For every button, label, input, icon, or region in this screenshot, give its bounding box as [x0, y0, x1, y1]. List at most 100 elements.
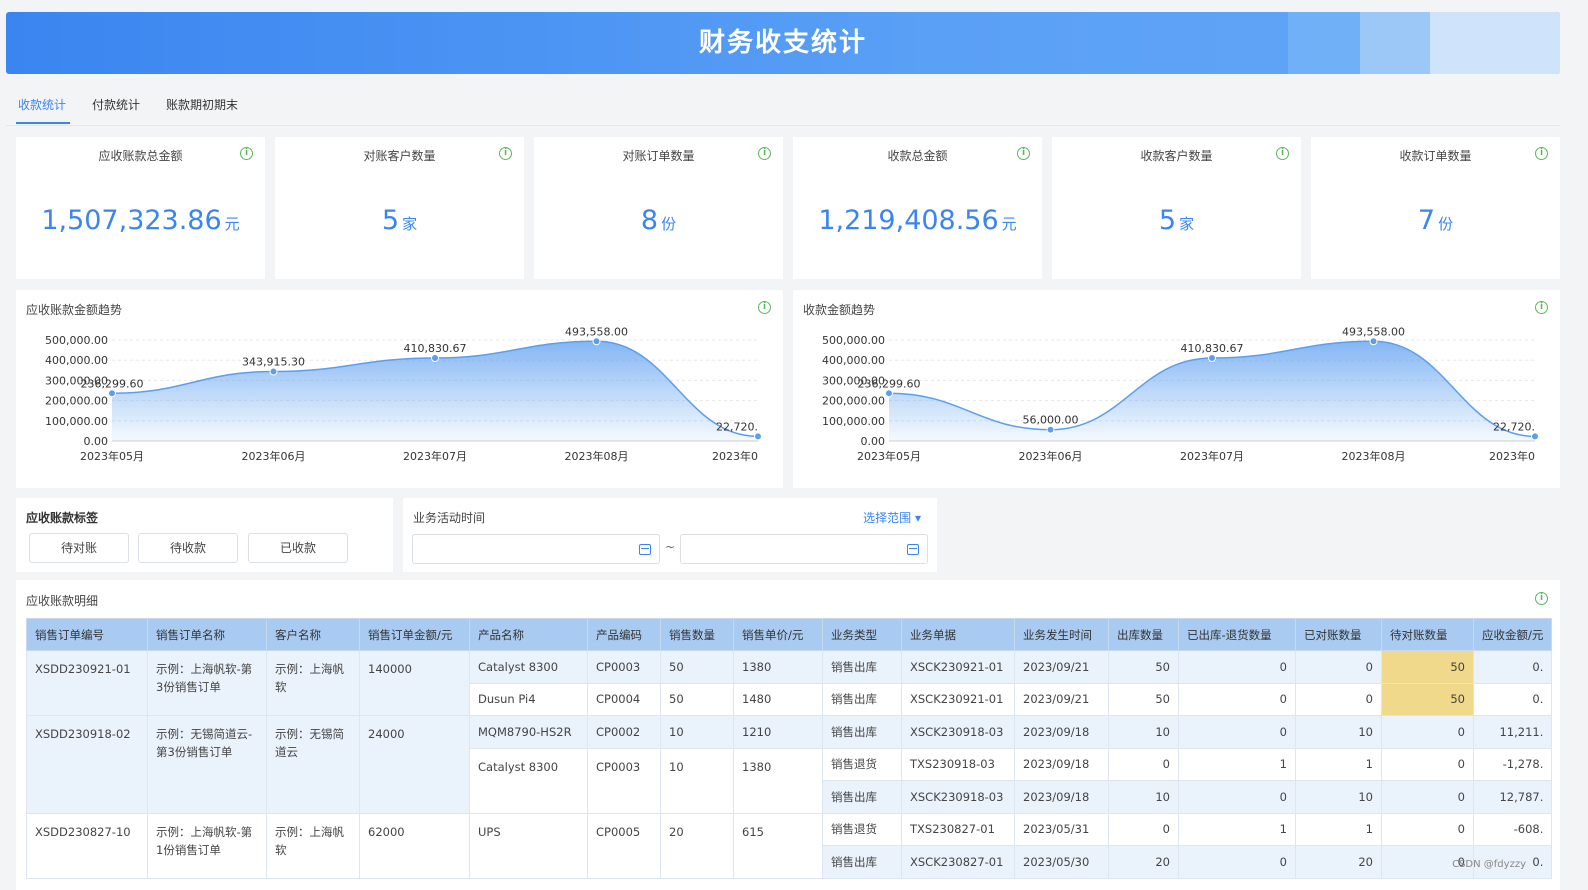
- cell-receivable: -1,278.: [1472, 747, 1553, 781]
- info-icon[interactable]: i: [1276, 147, 1289, 160]
- column-header[interactable]: 销售订单金额/元: [359, 618, 470, 651]
- info-icon[interactable]: i: [240, 147, 253, 160]
- cell-date: 2023/09/18: [1014, 715, 1109, 749]
- cell-type: 销售出库: [822, 845, 902, 879]
- cell-product: MQM8790-HS2R: [469, 715, 588, 749]
- cell-code: CP0004: [587, 682, 661, 716]
- cell-pending: 50: [1381, 650, 1474, 684]
- x-tick-label: 2023年05月: [857, 449, 921, 463]
- cell-receivable: 0.: [1472, 650, 1553, 684]
- cell-net: 0: [1178, 845, 1296, 879]
- info-icon[interactable]: i: [758, 147, 771, 160]
- cell-type: 销售退货: [822, 747, 902, 781]
- page-header: 财务收支统计: [6, 12, 1560, 74]
- cell-net: 0: [1178, 780, 1296, 814]
- cell-doc: XSCK230918-03: [901, 715, 1015, 749]
- data-point: [108, 389, 116, 398]
- cell-qty: 50: [660, 682, 734, 716]
- cell-qty: 50: [660, 650, 734, 684]
- cell-doc: TXS230827-01: [901, 812, 1015, 846]
- start-date-input[interactable]: [412, 534, 660, 564]
- cell-order-no: XSDD230921-01: [26, 650, 148, 716]
- cell-reconciled: 0: [1295, 650, 1382, 684]
- receivable-trend-chart: 0.00100,000.00200,000.00300,000.00400,00…: [45, 325, 762, 463]
- data-label: 56,000.00: [1023, 414, 1079, 427]
- table-row: XSDD230921-01 示例：上海帆软-第3份销售订单 示例：上海帆软 14…: [26, 650, 1553, 716]
- tag-pending-reconcile-button[interactable]: 待对账: [29, 533, 129, 563]
- table-header-row: 销售订单编号 销售订单名称 客户名称 销售订单金额/元 产品名称 产品编码 销售…: [26, 618, 1553, 651]
- x-tick-label: 2023年08月: [565, 449, 629, 463]
- info-icon[interactable]: i: [1535, 147, 1548, 160]
- time-title: 业务活动时间: [413, 511, 486, 525]
- cell-code: CP0003: [587, 650, 661, 684]
- table-row: XSDD230827-10 示例：上海帆软-第1份销售订单 示例：上海帆软 62…: [26, 812, 1553, 879]
- cell-out: 0: [1108, 747, 1179, 781]
- stat-label: 收款订单数量: [1399, 149, 1472, 163]
- column-header[interactable]: 客户名称: [266, 618, 360, 651]
- tab-account-period[interactable]: 账款期初期末: [166, 96, 238, 113]
- table-title: 应收账款明细: [26, 594, 99, 608]
- column-header[interactable]: 已对账数量: [1295, 618, 1382, 651]
- column-header[interactable]: 应收金额/元: [1472, 618, 1553, 651]
- calendar-icon: [639, 544, 651, 555]
- cell-reconciled: 10: [1295, 715, 1382, 749]
- range-select[interactable]: 选择范围 ▾: [863, 509, 921, 526]
- tab-receipt-stats[interactable]: 收款统计: [18, 96, 66, 113]
- column-header[interactable]: 销售数量: [660, 618, 734, 651]
- receivable-detail-card: 应收账款明细 i 销售订单编号 销售订单名称 客户名称 销售订单金额/元 产品名…: [16, 580, 1560, 890]
- cell-price: 1380: [733, 650, 823, 684]
- info-icon[interactable]: i: [1535, 592, 1548, 605]
- stat-value: 7份: [1417, 205, 1454, 236]
- cell-pending: 0: [1381, 780, 1474, 814]
- tag-pending-receipt-button[interactable]: 待收款: [138, 533, 238, 563]
- cell-product: Catalyst 8300: [469, 650, 588, 684]
- y-tick-label: 200,000.00: [45, 395, 108, 408]
- column-header[interactable]: 业务单据: [901, 618, 1015, 651]
- cell-customer: 示例：无锡简道云: [266, 715, 360, 814]
- info-icon[interactable]: i: [499, 147, 512, 160]
- cell-price: 1380: [733, 747, 823, 814]
- cell-customer: 示例：上海帆软: [266, 812, 360, 879]
- cell-product: Dusun Pi4: [469, 682, 588, 716]
- stat-card-reconcile-customers: 对账客户数量 i 5家: [275, 137, 524, 279]
- column-header[interactable]: 业务类型: [822, 618, 902, 651]
- data-label: 410,830.67: [404, 342, 467, 355]
- stat-card-receipt-total: 收款总金额 i 1,219,408.56 元: [793, 137, 1042, 279]
- cell-reconciled: 1: [1295, 747, 1382, 781]
- column-header[interactable]: 销售订单编号: [26, 618, 148, 651]
- data-label: 236,299.60: [81, 377, 144, 390]
- column-header[interactable]: 业务发生时间: [1014, 618, 1109, 651]
- tag-received-button[interactable]: 已收款: [248, 533, 348, 563]
- cell-doc: XSCK230921-01: [901, 650, 1015, 684]
- column-header[interactable]: 产品名称: [469, 618, 588, 651]
- column-header[interactable]: 产品编码: [587, 618, 661, 651]
- end-date-input[interactable]: [680, 534, 928, 564]
- cell-product: UPS: [469, 812, 588, 879]
- y-tick-label: 400,000.00: [45, 354, 108, 367]
- cell-net: 0: [1178, 682, 1296, 716]
- cell-order-name: 示例：上海帆软-第1份销售订单: [147, 812, 267, 879]
- data-label: 22,720.: [1493, 420, 1535, 433]
- column-header[interactable]: 出库数量: [1108, 618, 1179, 651]
- column-header[interactable]: 已出库-退货数量: [1178, 618, 1296, 651]
- column-header[interactable]: 待对账数量: [1381, 618, 1474, 651]
- receipt-trend-card: 收款金额趋势 i 0.00 100,000.00 200,000.00 300,000…: [793, 290, 1560, 488]
- data-label: 22,720.: [716, 420, 758, 433]
- calendar-icon: [907, 544, 919, 555]
- cell-doc: XSCK230921-01: [901, 682, 1015, 716]
- x-tick-label: 2023年0: [1489, 449, 1535, 463]
- stat-value: 1,219,408.56 元: [818, 205, 1017, 236]
- column-header[interactable]: 销售单价/元: [733, 618, 823, 651]
- data-point: [1208, 354, 1216, 363]
- cell-customer: 示例：上海帆软: [266, 650, 360, 716]
- data-point: [431, 354, 439, 363]
- column-header[interactable]: 销售订单名称: [147, 618, 267, 651]
- caret-down-icon: ▾: [914, 511, 921, 525]
- info-icon[interactable]: i: [1017, 147, 1030, 160]
- stat-card-reconcile-orders: 对账订单数量 i 8份: [534, 137, 783, 279]
- cell-pending: 0: [1381, 715, 1474, 749]
- tab-payment-stats[interactable]: 付款统计: [92, 96, 140, 113]
- cell-out: 50: [1108, 682, 1179, 716]
- cell-reconciled: 0: [1295, 682, 1382, 716]
- cell-pending: 0: [1381, 812, 1474, 846]
